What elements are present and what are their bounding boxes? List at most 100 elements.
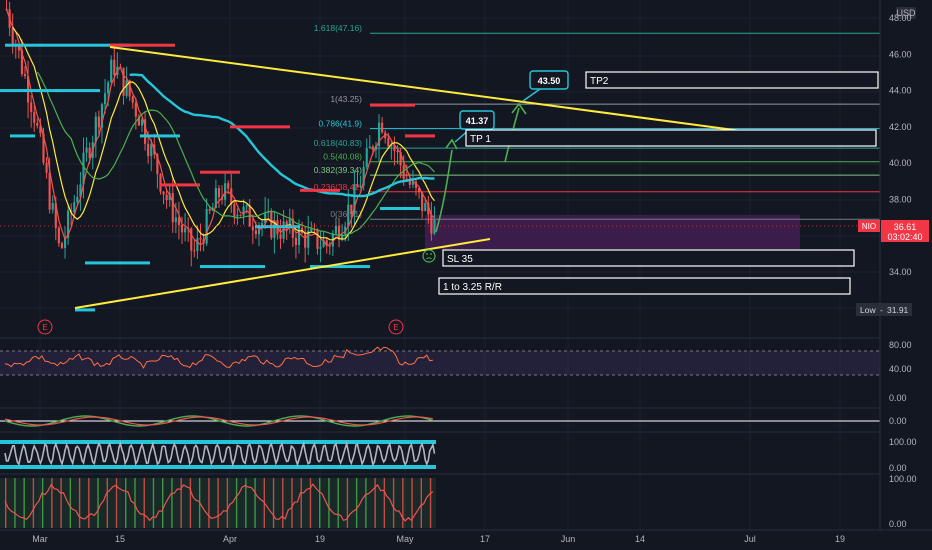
nio-price-chart[interactable]: 1.618(47.16) 1(43.25) 0.786(41.9) 0.618(40.… — [0, 0, 932, 550]
rr-label: 1 to 3.25 R/R — [443, 282, 502, 293]
osc-bar — [60, 478, 62, 528]
candle-body — [97, 116, 100, 128]
candle-body — [23, 74, 27, 77]
candle-body — [433, 218, 436, 234]
candle-body — [85, 147, 88, 153]
candle-body — [180, 224, 184, 233]
osc-bar — [97, 478, 99, 528]
candle-body — [36, 122, 39, 126]
candle-body — [190, 228, 193, 251]
candle-body — [193, 250, 196, 252]
target-price-2: 43.50 — [538, 76, 561, 86]
candle-body — [48, 172, 51, 210]
sr-marker — [55, 89, 100, 93]
candle-body — [131, 96, 134, 103]
pane-tick-label: 0.00 — [889, 519, 907, 529]
candle-body — [227, 183, 230, 189]
date-tick-label: Jul — [744, 534, 756, 544]
candle-body — [57, 227, 60, 244]
sr-marker — [10, 134, 35, 138]
candle-body — [328, 245, 331, 247]
price-tick-label: 46.00 — [889, 49, 912, 59]
osc-bar — [180, 478, 182, 528]
tp2-label: TP2 — [590, 76, 609, 87]
fib-level-label: 0.786(41.9) — [319, 119, 363, 129]
candle-body — [159, 174, 162, 192]
candle-body — [304, 232, 307, 248]
low-value: 31.91 — [887, 305, 909, 315]
candle-body — [337, 225, 341, 240]
candle-body — [199, 237, 202, 240]
candle-body — [365, 148, 368, 167]
sr-marker — [200, 265, 265, 269]
candle-body — [33, 111, 36, 123]
osc-bar — [226, 478, 229, 528]
candle-body — [350, 204, 353, 214]
date-tick-label: 19 — [835, 534, 845, 544]
candle-body — [251, 226, 254, 231]
osc-bar — [355, 478, 358, 528]
sr-marker — [380, 207, 420, 210]
osc-bar — [346, 478, 349, 528]
candle-body — [356, 184, 359, 188]
fib-level-label: 0.5(40.08) — [323, 152, 362, 162]
pane-tick-label: 0.00 — [889, 393, 907, 403]
sl-box[interactable]: SL 35 — [442, 249, 855, 267]
candle-body — [73, 202, 76, 213]
candle-body — [150, 144, 153, 157]
candle-body — [30, 102, 33, 112]
osc-bar — [23, 478, 25, 528]
tp1-box[interactable]: TP 1 — [465, 129, 877, 147]
candle-body — [230, 188, 233, 204]
osc-bar — [41, 478, 44, 528]
fib-level-label: 0(36.91) — [330, 209, 362, 219]
osc-bar — [162, 478, 164, 528]
osc-bar — [217, 478, 219, 528]
candle-body — [245, 205, 248, 207]
pane-tick-label: 40.00 — [889, 364, 912, 374]
low-label: Low — [860, 305, 876, 315]
osc-bar — [69, 478, 72, 528]
candle-body — [242, 206, 245, 216]
candle-body — [76, 196, 79, 203]
date-axis[interactable]: Mar 15 Apr 19 May 17 Jun 14 Jul 19 — [0, 529, 932, 550]
date-tick-label: Jun — [561, 534, 576, 544]
rr-box[interactable]: 1 to 3.25 R/R — [438, 277, 851, 295]
sr-marker — [230, 125, 290, 129]
stop-loss-zone — [425, 215, 800, 249]
sr-marker — [200, 170, 240, 174]
candle-body — [113, 59, 116, 75]
pane-tick-label: 80.00 — [889, 340, 912, 350]
fib-level-label: 1(43.25) — [330, 94, 362, 104]
candle-body — [110, 59, 113, 83]
earnings-marker-1[interactable]: E — [37, 319, 53, 335]
date-tick-label: 19 — [315, 534, 325, 544]
date-tick-label: 15 — [115, 534, 125, 544]
osc-bar — [365, 478, 367, 528]
candle-body — [184, 227, 187, 233]
candle-body — [233, 203, 236, 217]
pane-tick-label: 100.00 — [889, 437, 917, 447]
price-tick-label: 34.00 — [889, 267, 912, 277]
osc-bar — [309, 478, 312, 528]
tp2-box[interactable]: TP2 — [585, 71, 879, 89]
sr-marker — [0, 89, 60, 93]
candle-body — [134, 102, 137, 117]
target-price-1: 41.37 — [466, 116, 489, 126]
osc-bar — [14, 478, 16, 528]
candle-body — [103, 93, 107, 105]
sl-label: SL 35 — [447, 254, 473, 265]
earnings-marker-2[interactable]: E — [388, 319, 404, 335]
candle-body — [270, 211, 273, 238]
osc-bar — [152, 478, 155, 528]
candle-body — [381, 122, 384, 133]
osc-bar — [88, 478, 90, 528]
osc-bar — [208, 478, 210, 528]
candle-body — [125, 80, 128, 96]
candle-body — [196, 237, 199, 251]
price-tick-label: 42.00 — [889, 122, 912, 132]
osc-bar — [319, 478, 321, 528]
osc-bar — [300, 478, 302, 528]
tp1-label: TP 1 — [470, 134, 491, 145]
osc-bar — [32, 478, 35, 528]
